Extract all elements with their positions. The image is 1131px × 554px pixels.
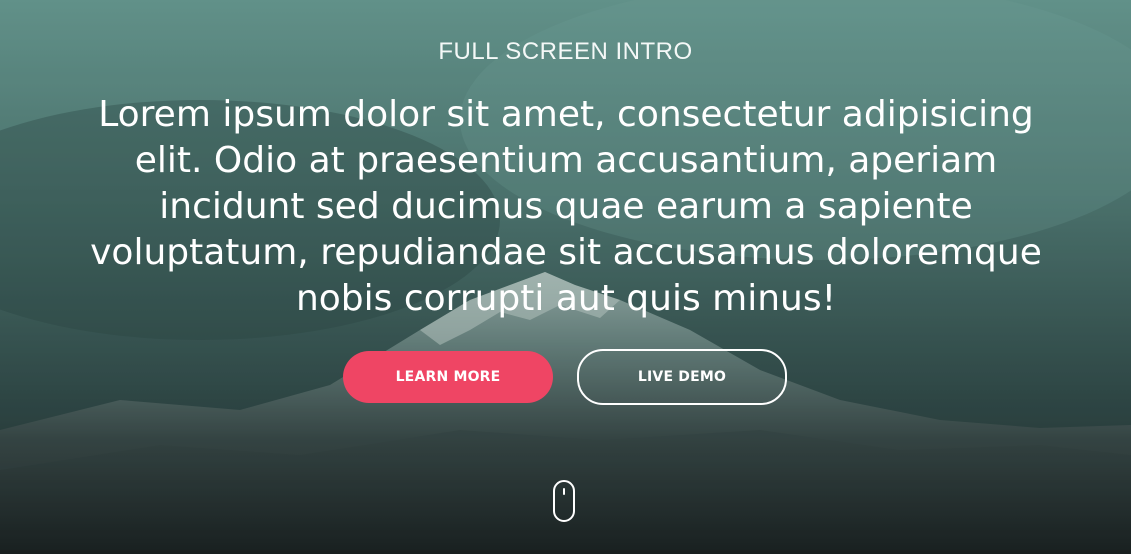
learn-more-button[interactable]: LEARN MORE bbox=[343, 351, 553, 403]
hero-eyebrow: FULL SCREEN INTRO bbox=[438, 38, 693, 65]
live-demo-button[interactable]: LIVE DEMO bbox=[577, 349, 787, 405]
hero-headline: Lorem ipsum dolor sit amet, consectetur … bbox=[90, 94, 1042, 319]
hero-section: FULL SCREEN INTRO Lorem ipsum dolor sit … bbox=[0, 0, 1131, 554]
mouse-scroll-icon[interactable] bbox=[553, 480, 575, 522]
